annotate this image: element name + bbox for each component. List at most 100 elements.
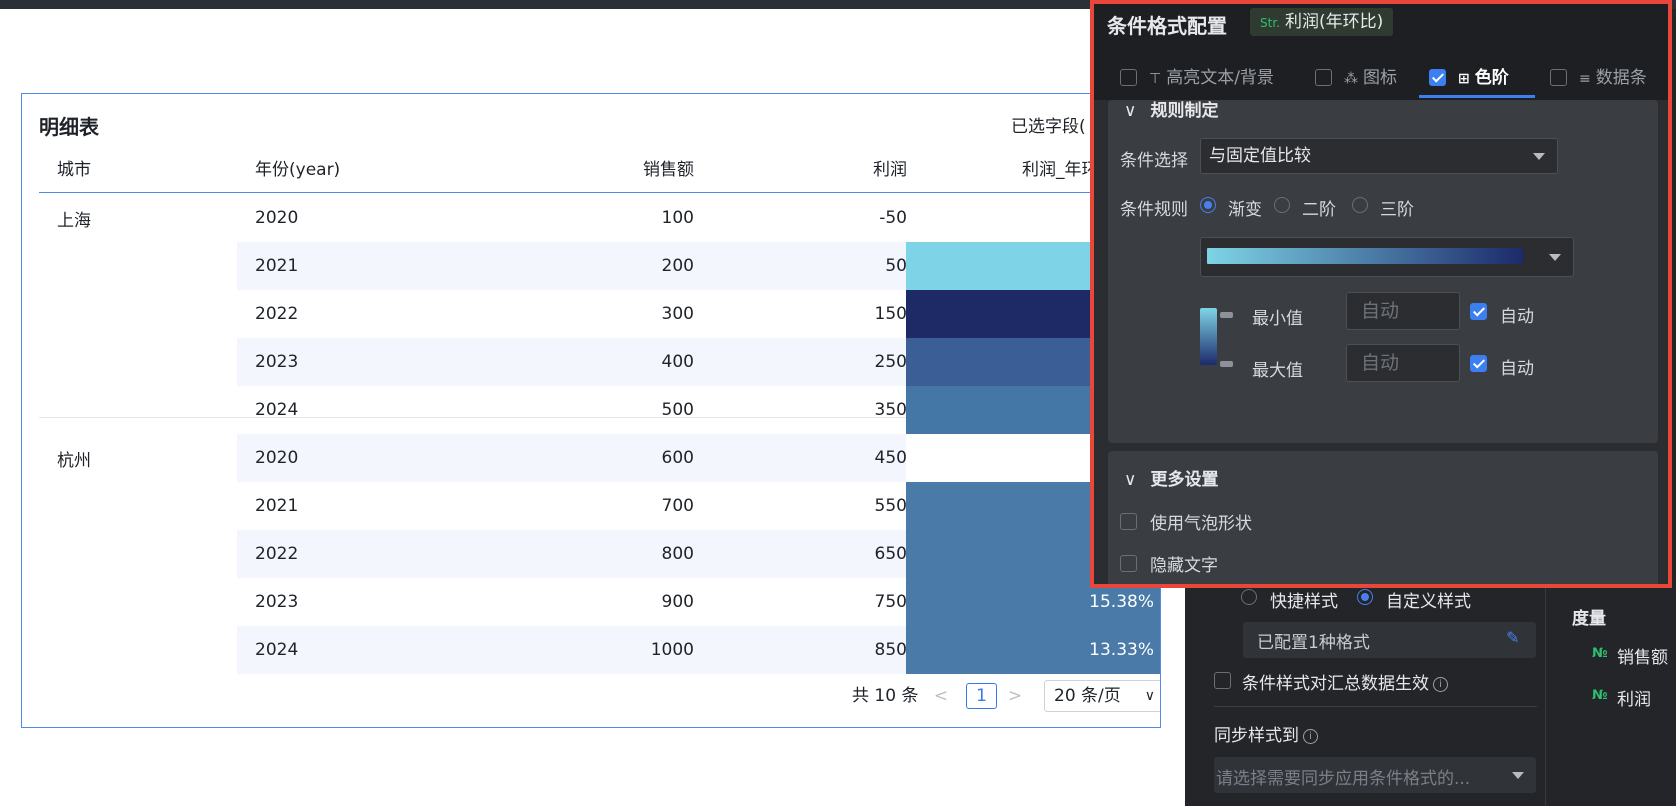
rules-section-header[interactable]: ∨ 规则制定 [1124,96,1218,121]
tab-highlight[interactable]: ⊤ 高亮文本/背景 [1120,58,1274,98]
profit-cell: 250 [874,352,907,372]
chevron-down-icon: ∨ [1144,688,1155,704]
configured-format-field[interactable]: 已配置1种格式 ✎ [1243,622,1536,658]
custom-style-radio[interactable] [1357,589,1373,605]
max-handle[interactable] [1220,361,1233,367]
more-settings-title: 更多设置 [1150,470,1219,490]
sales-cell: 500 [661,400,694,420]
apply-summary-checkbox[interactable] [1214,672,1231,689]
info-icon[interactable]: i [1303,728,1318,744]
pagination-current-page[interactable]: 1 [966,683,997,709]
sales-cell: 800 [661,544,694,564]
quick-style-label: 快捷样式 [1270,592,1338,612]
color-scheme-select[interactable] [1200,237,1574,277]
table-row[interactable]: 2020 600 450 [39,434,1160,482]
sales-cell: 100 [661,208,694,228]
bubble-shape-checkbox[interactable] [1120,513,1137,530]
condition-select-value: 与固定值比较 [1209,146,1311,166]
min-value-label: 最小值 [1252,309,1303,329]
popover-header: 条件格式配置 Str. 利润(年环比) ⊤ 高亮文本/背景 ⁂ 图标 ⊞ 色阶 ≡ 数据条 [1094,4,1668,100]
column-header-profit-yoy[interactable]: 利润_年环 [1022,148,1099,193]
number-icon: № [1592,646,1608,661]
color-scale-icon: ⊞ [1458,71,1470,87]
apply-summary-label: 条件样式对汇总数据生效 i [1242,669,1448,694]
page-size-select[interactable]: 20 条/页 ∨ [1044,680,1160,712]
tab-highlight-checkbox[interactable] [1120,68,1137,86]
min-value-input[interactable]: 自动 [1346,292,1460,330]
quick-style-radio[interactable] [1241,589,1257,605]
min-auto-label: 自动 [1500,307,1534,327]
tab-icon-checkbox[interactable] [1315,68,1332,86]
year-cell: 2024 [255,640,299,660]
table-row[interactable]: 202120050-200.0 [39,242,1160,290]
column-header-year[interactable]: 年份(year) [255,148,340,193]
tab-color-scale-checkbox[interactable] [1429,68,1446,86]
string-type-icon: Str. [1260,16,1280,30]
tab-data-bar[interactable]: ≡ 数据条 [1550,58,1647,98]
rule-two-step-label: 二阶 [1302,200,1336,220]
profit-cell: 350 [874,400,907,420]
table-header: 城市 年份(year) 销售额 利润 利润_年环 [39,148,1160,193]
table-row[interactable]: 202340025066.6 [39,338,1160,386]
table-row[interactable]: 202450035040.0 [39,386,1160,434]
sales-cell: 900 [661,592,694,612]
rule-two-step-radio[interactable] [1274,197,1290,213]
selected-fields-label[interactable]: 已选字段( [1011,112,1086,137]
rule-three-step-radio[interactable] [1352,197,1368,213]
column-header-city[interactable]: 城市 [57,148,91,193]
bubble-shape-label: 使用气泡形状 [1150,514,1252,534]
pagination-next-button[interactable]: > [1006,680,1024,712]
rules-section: ∨ 规则制定 条件选择 与固定值比较 条件规则 渐变 二阶 三阶 最小值 自动 自… [1108,100,1658,443]
sync-style-select[interactable]: 请选择需要同步应用条件格式的... [1214,757,1536,793]
more-settings-header[interactable]: ∨ 更多设置 [1124,465,1218,490]
measure-item-profit[interactable]: 利润 [1617,685,1651,710]
sync-style-label: 同步样式到 i [1214,721,1318,746]
sales-cell: 700 [661,496,694,516]
max-value-input[interactable]: 自动 [1346,344,1460,382]
tab-icon[interactable]: ⁂ 图标 [1315,58,1397,98]
section-divider [1214,706,1537,707]
measure-section-title: 度量 [1572,609,1606,629]
tab-label: 色阶 [1474,68,1509,88]
table-row[interactable]: 2024 1000 850 13.33% [39,626,1160,674]
condition-select[interactable]: 与固定值比较 [1200,138,1558,174]
table-row[interactable]: 202170055022.2 [39,482,1160,530]
column-header-sales[interactable]: 销售额 [574,148,694,193]
rule-gradient-label: 渐变 [1228,200,1262,220]
apply-summary-text: 条件样式对汇总数据生效 [1242,674,1429,694]
profit-cell: 450 [874,448,907,468]
min-handle[interactable] [1220,312,1233,318]
sync-style-text: 同步样式到 [1214,726,1299,746]
chevron-down-icon: ∨ [1124,470,1137,490]
table-row[interactable]: 202280065018.1 [39,530,1160,578]
tab-color-scale[interactable]: ⊞ 色阶 [1429,58,1509,98]
year-cell: 2021 [255,256,299,276]
grid-icon: ⁂ [1344,71,1358,87]
hide-text-checkbox[interactable] [1120,555,1137,572]
edit-icon[interactable]: ✎ [1506,628,1519,647]
measure-item-sales[interactable]: 销售额 [1617,643,1668,668]
caret-down-icon [1512,772,1524,779]
table-row[interactable]: 2023 900 750 15.38% [39,578,1160,626]
text-icon: ⊤ [1149,71,1162,87]
profit-cell: 650 [874,544,907,564]
column-header-profit[interactable]: 利润 [787,148,907,193]
year-cell: 2023 [255,352,299,372]
info-icon[interactable]: i [1433,676,1448,692]
detail-table-card[interactable]: 明细表 已选字段( 城市 年份(year) 销售额 利润 利润_年环 上海 杭州… [21,93,1161,728]
condition-select-label: 条件选择 [1120,151,1188,171]
min-auto-checkbox[interactable] [1470,303,1487,320]
year-cell: 2021 [255,496,299,516]
profit-cell: 850 [874,640,907,660]
pagination-total: 共 10 条 [852,686,919,706]
table-row[interactable]: 2020 100 -50 [39,194,1160,242]
profit-cell: -50 [879,208,907,228]
table-row[interactable]: 2022300150200.0 [39,290,1160,338]
tab-data-bar-checkbox[interactable] [1550,68,1567,86]
page-size-value: 20 条/页 [1054,686,1121,706]
rule-gradient-radio[interactable] [1200,197,1216,213]
max-value-label: 最大值 [1252,361,1303,381]
pagination-prev-button[interactable]: < [932,680,950,712]
max-auto-checkbox[interactable] [1470,355,1487,372]
profit-cell: 750 [874,592,907,612]
